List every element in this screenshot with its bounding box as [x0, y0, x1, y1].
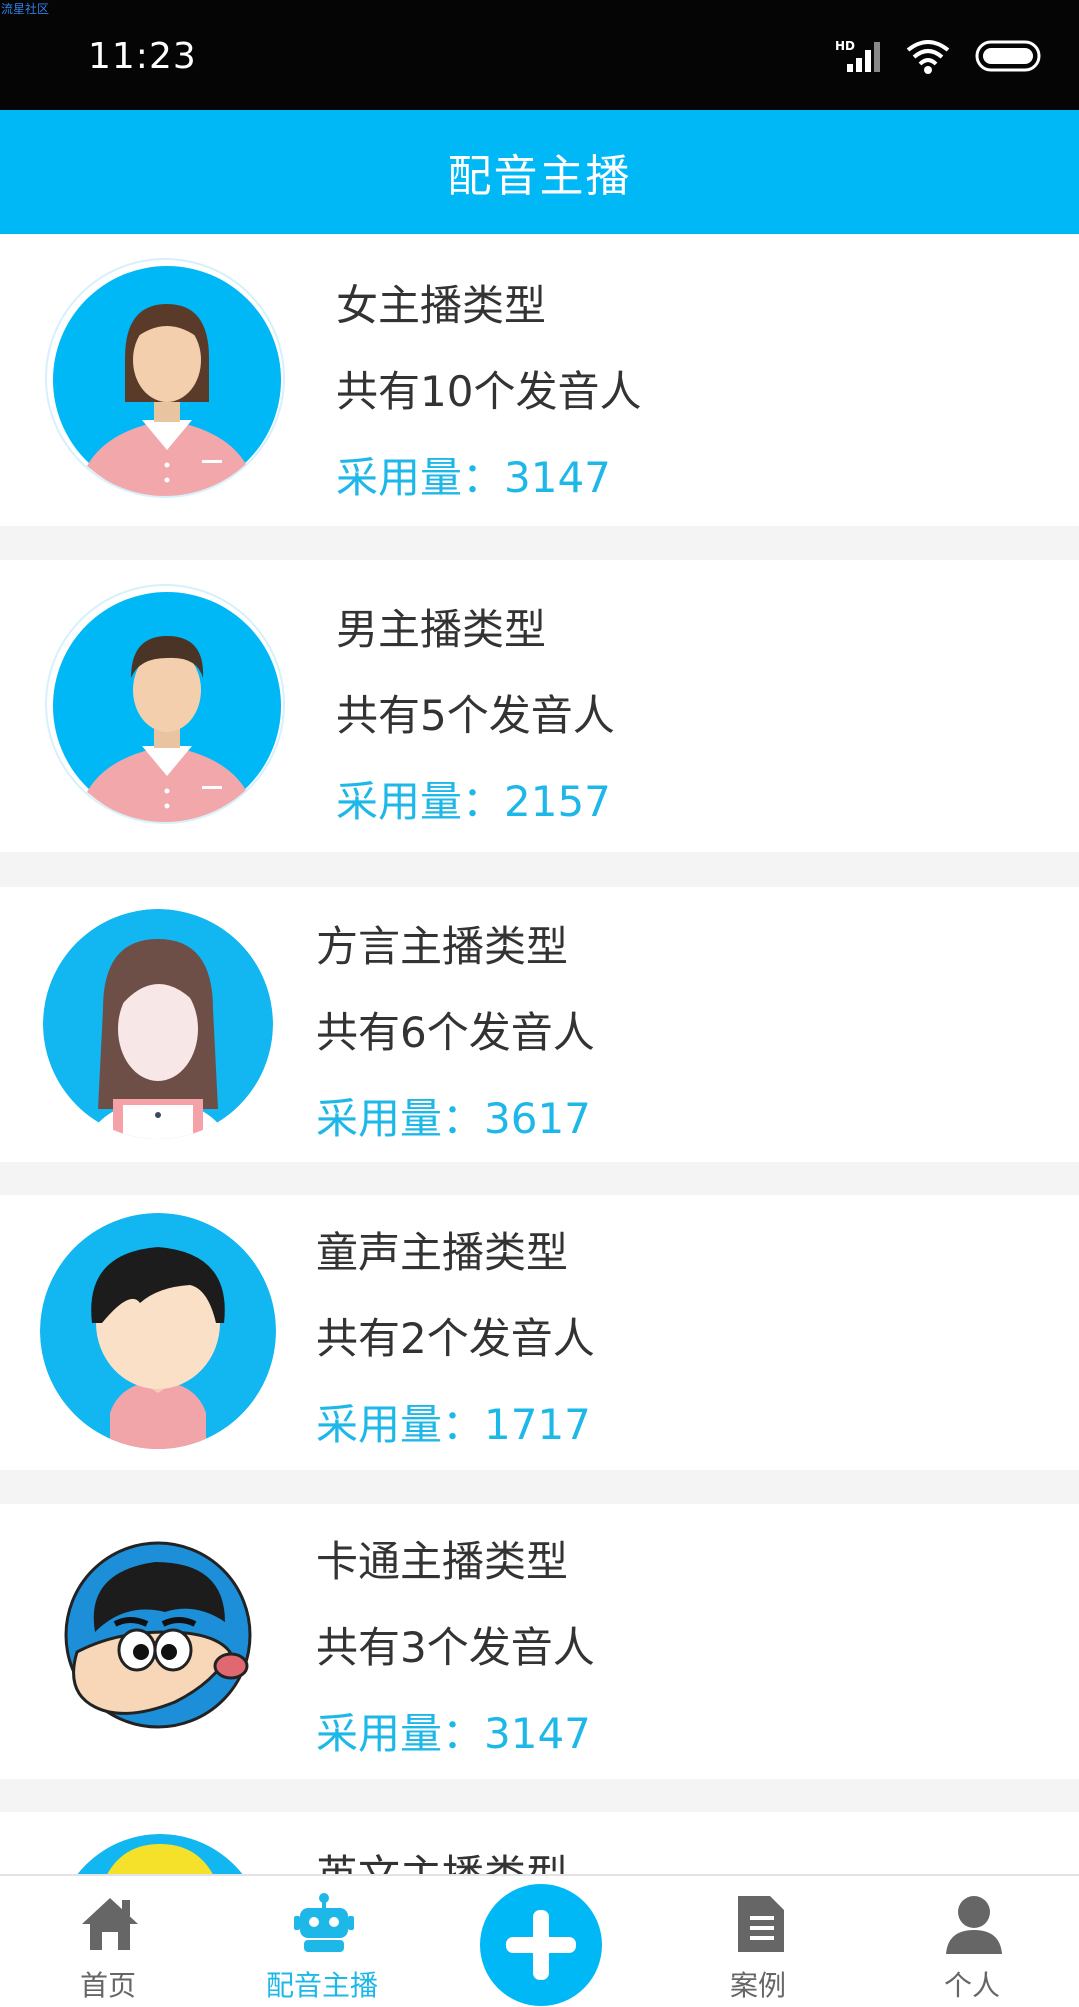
female-avatar: [45, 258, 285, 498]
add-button[interactable]: [480, 1884, 602, 2006]
usage-count: 采用量：2157: [336, 777, 611, 826]
document-icon: [738, 1896, 784, 1952]
anchor-type-card[interactable]: 方言主播类型 共有6个发音人 采用量：3617: [0, 887, 1079, 1162]
speaker-count: 共有3个发音人: [316, 1623, 595, 1672]
wifi-icon: [905, 38, 951, 78]
person-icon: [946, 1896, 1002, 1954]
nav-cases[interactable]: 案例: [678, 1876, 838, 2007]
anchor-type-name: 女主播类型: [336, 281, 547, 330]
usage-count: 采用量：3147: [316, 1709, 591, 1758]
speaker-count: 共有5个发音人: [336, 691, 615, 740]
nav-label: 个人: [943, 1969, 1000, 2002]
nav-label: 案例: [729, 1969, 786, 2002]
page-title: 配音主播: [447, 151, 632, 202]
blonde-avatar: [55, 1834, 265, 1874]
child-avatar: [40, 1213, 276, 1449]
long-hair-avatar: [43, 909, 273, 1139]
battery-icon: [975, 40, 1043, 76]
nav-home[interactable]: 首页: [28, 1876, 188, 2007]
screen: 流星社区 11:23 HD 配音主播 女主播类型 共有10个发音人 采用量：31…: [0, 0, 1079, 2007]
anchor-type-card[interactable]: 英文主播类型: [0, 1812, 1079, 1874]
svg-text:HD: HD: [835, 39, 855, 53]
nav-label: 配音主播: [265, 1969, 378, 2002]
status-time: 11:23: [88, 36, 197, 77]
speaker-count: 共有6个发音人: [316, 1008, 595, 1057]
robot-icon: [294, 1893, 354, 1952]
usage-count: 采用量：3617: [316, 1094, 591, 1143]
anchor-type-card[interactable]: 卡通主播类型 共有3个发音人 采用量：3147: [0, 1504, 1079, 1779]
anchor-type-name: 童声主播类型: [316, 1228, 569, 1277]
anchor-type-card[interactable]: 男主播类型 共有5个发音人 采用量：2157: [0, 560, 1079, 852]
title-bar: 配音主播: [0, 110, 1079, 234]
hd-signal-icon: HD: [835, 38, 881, 78]
anchor-type-name: 男主播类型: [336, 605, 547, 654]
usage-count: 采用量：1717: [316, 1400, 591, 1449]
anchor-type-list[interactable]: 女主播类型 共有10个发音人 采用量：3147 男主播类型 共有5个发音人 采用…: [0, 234, 1079, 1874]
nav-dubbing[interactable]: 配音主播: [242, 1876, 402, 2007]
anchor-type-name: 英文主播类型: [316, 1842, 568, 1874]
male-avatar: [45, 584, 285, 824]
status-icons: HD: [835, 38, 1043, 78]
anchor-type-name: 卡通主播类型: [316, 1537, 569, 1586]
speaker-count: 共有2个发音人: [316, 1314, 595, 1363]
anchor-type-card[interactable]: 童声主播类型 共有2个发音人 采用量：1717: [0, 1195, 1079, 1470]
cartoon-avatar: [55, 1532, 261, 1738]
nav-label: 首页: [79, 1969, 136, 2002]
speaker-count: 共有10个发音人: [336, 367, 642, 416]
bottom-nav: 首页 配音主播 案例 个人: [0, 1874, 1079, 2007]
anchor-type-name: 方言主播类型: [316, 922, 569, 971]
plus-icon: [506, 1910, 576, 1980]
nav-profile[interactable]: 个人: [892, 1876, 1052, 2007]
usage-count: 采用量：3147: [336, 453, 611, 502]
watermark-text: 流星社区: [1, 2, 50, 16]
home-icon: [82, 1898, 138, 1950]
status-bar: 流星社区 11:23 HD: [0, 0, 1079, 110]
anchor-type-card[interactable]: 女主播类型 共有10个发音人 采用量：3147: [0, 234, 1079, 526]
